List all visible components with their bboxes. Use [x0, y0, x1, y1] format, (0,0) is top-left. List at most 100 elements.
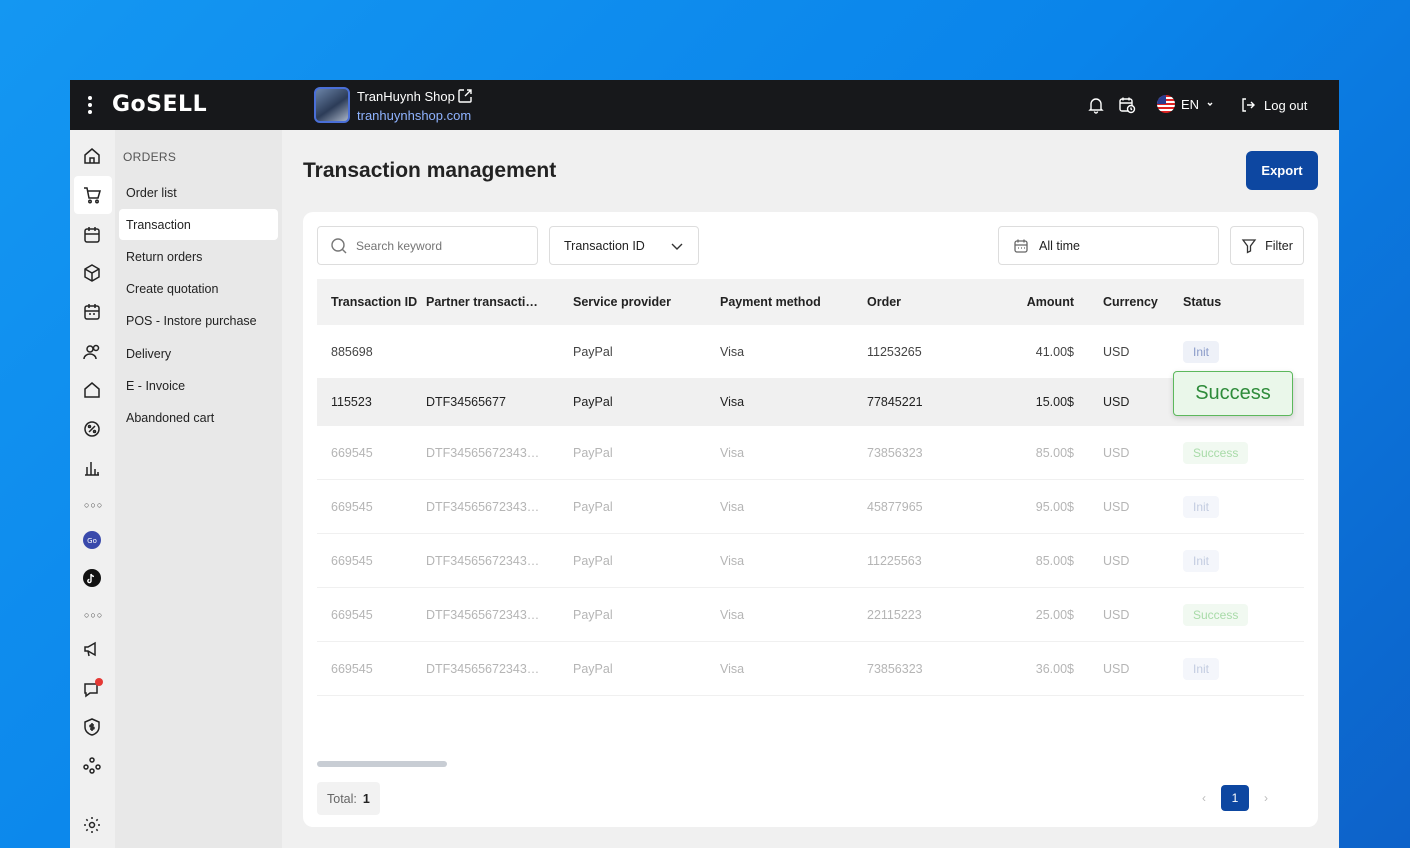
- cell-currency: USD: [1103, 553, 1130, 568]
- calendar-icon[interactable]: [82, 225, 102, 245]
- cell-order[interactable]: 73856323: [867, 662, 987, 676]
- table-row[interactable]: 669545 DTF345656723436... PayPal Visa 45…: [317, 480, 1304, 534]
- cell-currency: USD: [1103, 395, 1130, 409]
- cell-provider: PayPal: [573, 661, 613, 676]
- bell-icon[interactable]: [1087, 96, 1105, 114]
- cell-transaction-id: 669545: [331, 661, 373, 676]
- col-header-order[interactable]: Order: [867, 295, 987, 309]
- cell-order[interactable]: 45877965: [867, 500, 987, 514]
- status-badge: Init: [1183, 340, 1220, 363]
- page-button-current[interactable]: 1: [1221, 785, 1249, 811]
- search-by-select[interactable]: Transaction ID: [549, 226, 699, 265]
- cell-amount: 15.00$: [1035, 395, 1074, 409]
- table-header: Transaction ID Partner transaction ID Se…: [317, 279, 1304, 325]
- schedule-icon[interactable]: [82, 302, 102, 322]
- page-title: Transaction management: [303, 159, 557, 182]
- app-window: GoSELL TranHuynh Shop tranhuynhshop.com …: [70, 80, 1339, 848]
- col-header-amount[interactable]: Amount: [987, 295, 1074, 309]
- kebab-menu-icon[interactable]: [88, 96, 94, 116]
- col-header-provider[interactable]: Service provider: [573, 295, 720, 309]
- icon-sidebar: ○○○ Go ○○○: [70, 130, 115, 848]
- cell-method: Visa: [720, 344, 745, 359]
- table-row[interactable]: 669545 DTF345656723436... PayPal Visa 73…: [317, 426, 1304, 480]
- gosell-logo[interactable]: GoSELL: [112, 92, 207, 117]
- cell-partner-id: DTF345656723436...: [426, 607, 545, 622]
- submenu-item-pos[interactable]: POS - Instore purchase: [119, 305, 278, 336]
- megaphone-icon[interactable]: [82, 639, 102, 659]
- cell-method: Visa: [720, 499, 745, 514]
- cell-provider: PayPal: [573, 344, 613, 359]
- submenu-item-transaction[interactable]: Transaction: [119, 209, 278, 240]
- status-badge: Init: [1183, 495, 1220, 518]
- cell-partner-id: DTF345656723436...: [426, 553, 545, 568]
- cell-partner-id: DTF345656723436...: [426, 499, 545, 514]
- more-dots-icon[interactable]: ○○○: [84, 500, 103, 510]
- cell-method: Visa: [720, 661, 745, 676]
- submenu-item-order-list[interactable]: Order list: [119, 177, 278, 208]
- col-header-method[interactable]: Payment method: [720, 295, 867, 309]
- cell-partner-id: DTF34565677: [426, 395, 506, 409]
- language-selector[interactable]: EN: [1157, 95, 1215, 113]
- cell-order[interactable]: 11225563: [867, 554, 987, 568]
- shop-name: TranHuynh Shop: [357, 89, 455, 104]
- settings-gear-icon[interactable]: [82, 815, 102, 835]
- cell-order[interactable]: 11253265: [867, 345, 987, 359]
- cell-order[interactable]: 73856323: [867, 446, 987, 460]
- team-icon[interactable]: [82, 755, 102, 775]
- shop-avatar[interactable]: [314, 87, 350, 123]
- pagination: ‹ 1 ›: [1197, 785, 1273, 811]
- tiktok-icon[interactable]: [82, 568, 102, 588]
- horizontal-scrollbar[interactable]: [317, 761, 447, 767]
- analytics-icon[interactable]: [82, 458, 102, 478]
- cell-order[interactable]: 22115223: [867, 608, 987, 622]
- status-badge: Success: [1183, 441, 1249, 464]
- submenu-item-create-quotation[interactable]: Create quotation: [119, 273, 278, 304]
- language-code: EN: [1181, 96, 1200, 112]
- chevron-down-icon: [671, 243, 683, 250]
- date-range-picker[interactable]: All time: [998, 226, 1219, 265]
- logout-button[interactable]: Log out: [1240, 97, 1307, 113]
- calendar-clock-icon[interactable]: [1118, 96, 1136, 114]
- export-button[interactable]: Export: [1246, 151, 1318, 190]
- store-icon[interactable]: [82, 380, 102, 400]
- shield-dollar-icon[interactable]: [82, 717, 102, 737]
- status-badge: Success: [1183, 603, 1249, 626]
- submenu-item-return-orders[interactable]: Return orders: [119, 241, 278, 272]
- cell-order[interactable]: 77845221: [867, 395, 987, 409]
- shop-url-link[interactable]: tranhuynhshop.com: [357, 108, 471, 123]
- cart-icon[interactable]: [82, 185, 102, 205]
- chevron-left-icon[interactable]: ‹: [1197, 791, 1211, 805]
- more-dots-icon-2[interactable]: ○○○: [84, 610, 103, 620]
- col-header-partner-id[interactable]: Partner transaction ID: [426, 295, 573, 309]
- us-flag-icon: [1157, 95, 1175, 113]
- submenu-item-delivery[interactable]: Delivery: [119, 338, 278, 369]
- users-icon[interactable]: [82, 342, 102, 362]
- table-row[interactable]: 885698 PayPal Visa 11253265 41.00$ USD I…: [317, 325, 1304, 379]
- table-row[interactable]: 669545 DTF345656723436... PayPal Visa 73…: [317, 642, 1304, 696]
- box-icon[interactable]: [82, 263, 102, 283]
- search-box[interactable]: [317, 226, 538, 265]
- cell-provider: PayPal: [573, 607, 613, 622]
- gosocial-icon[interactable]: Go: [82, 530, 102, 550]
- discount-icon[interactable]: [82, 419, 102, 439]
- col-header-status[interactable]: Status: [1183, 295, 1304, 309]
- total-label: Total:: [327, 791, 357, 806]
- col-header-transaction-id[interactable]: Transaction ID: [317, 295, 426, 309]
- status-badge-success-highlight[interactable]: Success: [1173, 371, 1293, 416]
- top-bar: GoSELL TranHuynh Shop tranhuynhshop.com …: [70, 80, 1339, 130]
- chat-icon[interactable]: [82, 678, 103, 698]
- table-row[interactable]: 669545 DTF345656723436... PayPal Visa 22…: [317, 588, 1304, 642]
- table-row[interactable]: 669545 DTF345656723436... PayPal Visa 11…: [317, 534, 1304, 588]
- chevron-right-icon[interactable]: ›: [1259, 791, 1273, 805]
- cell-currency: USD: [1103, 499, 1130, 514]
- submenu-item-abandoned-cart[interactable]: Abandoned cart: [119, 402, 278, 433]
- search-input[interactable]: [356, 238, 526, 253]
- external-link-icon[interactable]: [457, 88, 473, 104]
- submenu-section-title: ORDERS: [123, 150, 177, 164]
- home-icon[interactable]: [82, 146, 102, 166]
- filter-button[interactable]: Filter: [1230, 226, 1304, 265]
- cell-transaction-id: 115523: [331, 395, 372, 409]
- table-row-highlighted[interactable]: 115523 DTF34565677 PayPal Visa 77845221 …: [317, 379, 1304, 426]
- col-header-currency[interactable]: Currency: [1074, 295, 1183, 309]
- submenu-item-e-invoice[interactable]: E - Invoice: [119, 370, 278, 401]
